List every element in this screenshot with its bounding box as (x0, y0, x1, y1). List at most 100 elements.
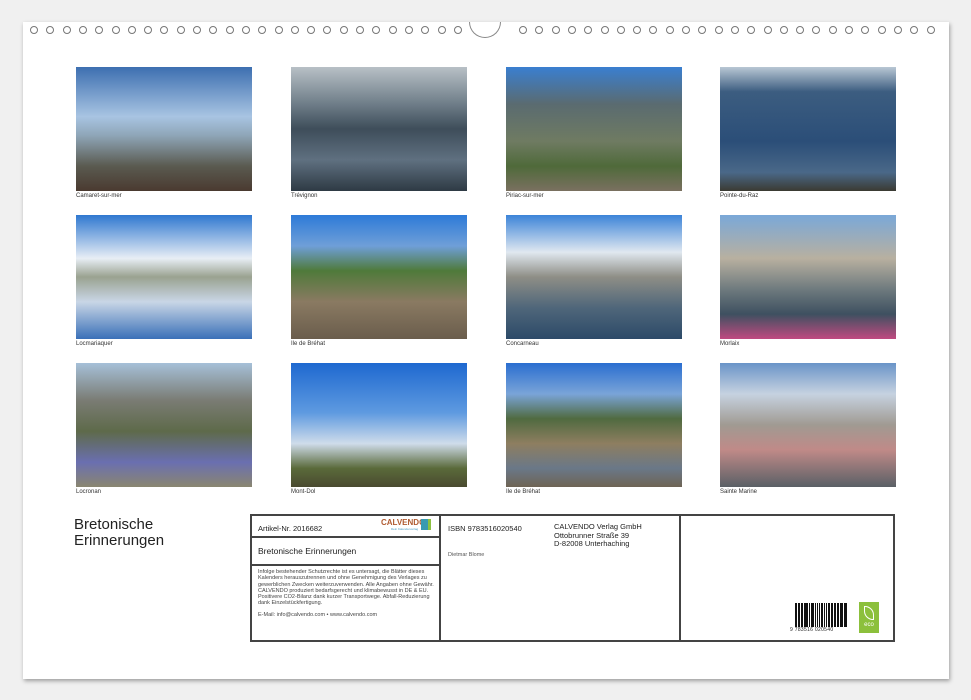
binding-ring (601, 26, 609, 34)
barcode-bar (805, 603, 807, 627)
divider (439, 514, 441, 642)
calendar-name: Bretonische Erinnerungen (258, 546, 356, 556)
binding-ring (405, 26, 413, 34)
barcode-bar (831, 603, 832, 627)
binding-ring (30, 26, 38, 34)
binding-ring (128, 26, 136, 34)
binding-ring (372, 26, 380, 34)
binding-ring (747, 26, 755, 34)
barcode-bar (840, 603, 842, 627)
eco-label: eco (864, 622, 874, 628)
divider (679, 514, 681, 642)
binding-ring (764, 26, 772, 34)
binding-ring (389, 26, 397, 34)
binding-ring (666, 26, 674, 34)
isbn: ISBN 9783516020540 (448, 524, 522, 533)
publisher-line: D-82008 Unterhaching (554, 540, 642, 549)
calendar-title: Bretonische Erinnerungen (74, 517, 164, 549)
barcode-bar (832, 603, 833, 627)
binding-ring (927, 26, 935, 34)
binding-ring (307, 26, 315, 34)
binding-ring (535, 26, 543, 34)
binding-ring (63, 26, 71, 34)
photo (76, 67, 252, 191)
binding-ring (519, 26, 527, 34)
binding-ring (731, 26, 739, 34)
binding-ring (780, 26, 788, 34)
barcode-bar (837, 603, 838, 627)
barcode-bar (795, 603, 797, 627)
binding-ring (845, 26, 853, 34)
contact-text: E-Mail: info@calvendo.com • www.calvendo… (258, 612, 377, 618)
photo (506, 67, 682, 191)
binding-ring (95, 26, 103, 34)
binding-ring (356, 26, 364, 34)
calvendo-logo: CALVENDO (381, 518, 425, 527)
barcode (795, 603, 847, 627)
barcode-bar (812, 603, 814, 627)
binding-ring (291, 26, 299, 34)
photo (506, 215, 682, 339)
legal-text: Infolge bestehender Schutzrechte ist es … (258, 569, 436, 607)
binding-ring (617, 26, 625, 34)
binding-ring (160, 26, 168, 34)
photo-caption: Locmariaquer (76, 341, 113, 347)
barcode-bar (815, 603, 816, 627)
binding-ring (910, 26, 918, 34)
barcode-bar (844, 603, 845, 627)
photo (76, 215, 252, 339)
photo (291, 67, 467, 191)
article-number: Artikel-Nr. 2016682 (258, 524, 322, 533)
photo (506, 363, 682, 487)
photo-caption: Morlaix (720, 341, 739, 347)
publisher-address: CALVENDO Verlag GmbH Ottobrunner Straße … (554, 523, 642, 549)
photo (291, 363, 467, 487)
binding-ring (112, 26, 120, 34)
photo-caption: Concarneau (506, 341, 539, 347)
photo-caption: Mont-Dol (291, 489, 315, 495)
binding-ring (584, 26, 592, 34)
binding-ring (682, 26, 690, 34)
binding-ring (193, 26, 201, 34)
barcode-bar (834, 603, 836, 627)
binding-ring (812, 26, 820, 34)
barcode-bar (826, 603, 827, 627)
binding-ring (552, 26, 560, 34)
photo-caption: Sainte Marine (720, 489, 757, 495)
photo-caption: Camaret-sur-mer (76, 193, 122, 199)
binding-ring (796, 26, 804, 34)
photo-caption: Locronan (76, 489, 101, 495)
eco-badge: eco (859, 602, 879, 633)
binding-ring (438, 26, 446, 34)
binding-ring (275, 26, 283, 34)
binding-ring (454, 26, 462, 34)
binding-ring (878, 26, 886, 34)
barcode-bar (798, 603, 799, 627)
barcode-number: 9 783516 020540 (790, 627, 833, 633)
leaf-icon (864, 606, 874, 620)
binding-ring (242, 26, 250, 34)
binding-ring (568, 26, 576, 34)
binding-ring (861, 26, 869, 34)
binding-ring (323, 26, 331, 34)
photo (720, 215, 896, 339)
binding-ring (649, 26, 657, 34)
barcode-bar (821, 603, 823, 627)
barcode-bar (801, 603, 803, 627)
photo-caption: Piriac-sur-mer (506, 193, 544, 199)
binding-ring (829, 26, 837, 34)
binding-ring (46, 26, 54, 34)
binding-ring (209, 26, 217, 34)
binding-ring (177, 26, 185, 34)
photo (720, 363, 896, 487)
photo-caption: Ile de Bréhat (291, 341, 325, 347)
binding-ring (894, 26, 902, 34)
barcode-bar (811, 603, 812, 627)
binding-ring (226, 26, 234, 34)
photo (291, 215, 467, 339)
barcode-bar (828, 603, 830, 627)
barcode-bar (819, 603, 821, 627)
binding-ring (698, 26, 706, 34)
photo-caption: Pointe-du-Raz (720, 193, 758, 199)
calvendo-logo-icon (421, 519, 431, 530)
